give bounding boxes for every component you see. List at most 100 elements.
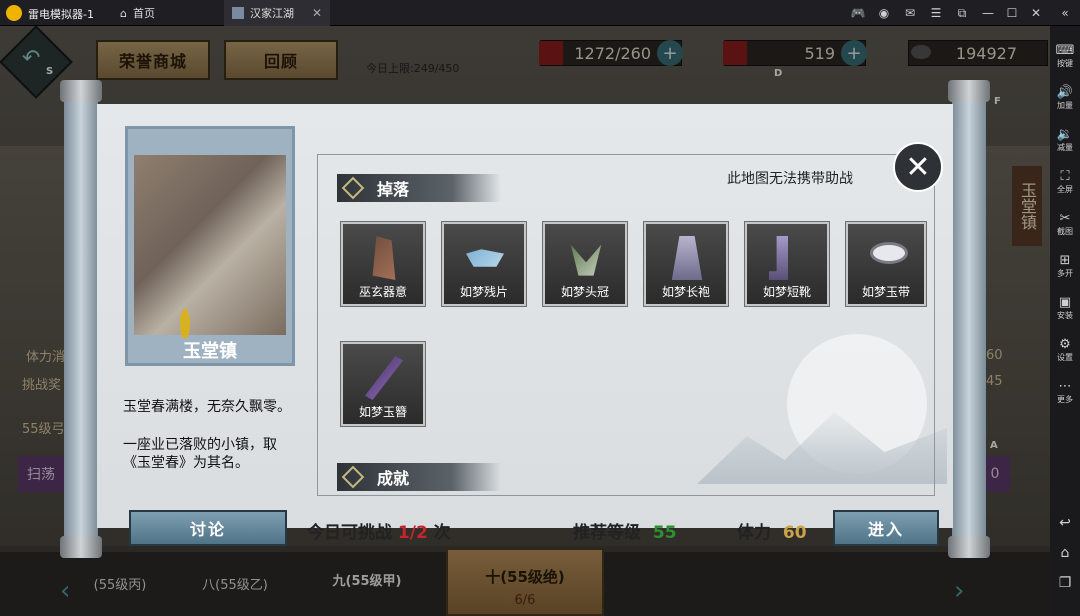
drop-item-name: 如梦头冠 [560,285,609,299]
close-icon: ✕ [905,149,931,185]
sidebar-label: 安装 [1057,311,1073,320]
drops-title: 掉落 [377,180,410,199]
recommended-level: 推荐等级 55 [573,518,677,543]
drop-item-name: 如梦长袍 [661,285,710,299]
drop-item[interactable]: 如梦玉簪 [340,341,426,427]
drop-item[interactable]: 如梦长袍 [643,221,729,307]
gear-icon: ⚙ [1059,337,1071,352]
more-icon: ⋯ [1058,379,1072,394]
map-preview-image [134,155,286,335]
achievements-title: 成就 [377,469,410,488]
account-icon[interactable]: ◉ [874,3,894,23]
emulator-title: 雷电模拟器-1 [28,8,94,21]
challenge-label: 今日可挑战 [307,523,392,543]
map-poem: 玉堂春满楼，无奈久飘零。 [123,399,291,415]
shard-icon [466,249,504,267]
pin-icon[interactable]: ⧉ [952,3,972,23]
drops-panel [317,154,935,496]
sidebar-label: 更多 [1057,395,1073,404]
map-name: 玉堂镇 [183,341,237,362]
game-viewport: ↶ S 荣誉商城 回顾 今日上限:249/450 1272/260 + 519 … [0,26,1050,616]
drop-item[interactable]: 如梦玉带 [845,221,927,307]
drop-item-name: 如梦玉簪 [358,405,407,419]
gamepad-icon[interactable]: 🎮 [848,3,868,23]
map-description: 一座业已落败的小镇，取《玉堂春》为其名。 [123,437,277,471]
recommended-level-value: 55 [652,523,677,543]
maximize-icon[interactable]: ☐ [1002,3,1022,23]
achievements-header: 成就 [337,463,501,491]
sidebar-keymap[interactable]: ⌨ 按键 [1050,42,1080,84]
tab-game-label: 汉家江湖 [250,7,294,20]
drop-item-name: 巫玄器意 [358,285,407,299]
sidebar-label: 设置 [1057,353,1073,362]
stamina-cost: 体力 60 [737,518,807,543]
sidebar-more[interactable]: ⋯ 更多 [1050,378,1080,420]
scissors-icon: ✂ [1059,211,1071,226]
no-assist-notice: 此地图无法携带助战 [727,171,853,187]
drop-item[interactable]: 如梦短靴 [744,221,830,307]
challenge-count: 1/2 [397,523,428,543]
mail-icon[interactable]: ✉ [900,3,920,23]
sidebar-multi[interactable]: ⊞ 多开 [1050,252,1080,294]
game-tab-icon [232,7,244,19]
sidebar-label: 全屏 [1057,185,1073,194]
home-nav-icon[interactable]: ⌂ [1050,546,1080,570]
diamond-icon [341,176,365,200]
sidebar-fullscreen[interactable]: ⛶ 全屏 [1050,168,1080,210]
challenge-suffix: 次 [433,523,451,543]
helmet-icon [570,244,602,276]
drops-header: 掉落 [337,174,501,202]
sidebar-volume-up[interactable]: 🔊 加量 [1050,84,1080,126]
sidebar-volume-down[interactable]: 🔉 减量 [1050,126,1080,168]
sidebar-label: 加量 [1057,101,1073,110]
drop-item[interactable]: 巫玄器意 [340,221,426,307]
robe-icon [671,236,703,280]
multi-instance-icon: ⊞ [1059,253,1071,268]
emulator-sidebar: ⌨ 按键 🔊 加量 🔉 减量 ⛶ 全屏 ✂ 截图 ⊞ 多开 ▣ 安装 ⚙ 设置 ⋯ 更多 ↩ ⌂ … [1050,26,1080,616]
sidebar-label: 减量 [1057,143,1073,152]
drop-item[interactable]: 如梦头冠 [542,221,628,307]
recents-icon[interactable]: ❐ [1050,576,1080,600]
drop-item[interactable]: 如梦残片 [441,221,527,307]
tab-game[interactable]: 汉家江湖 ✕ [224,0,330,26]
boots-icon [769,236,788,280]
fullscreen-icon: ⛶ [1060,169,1070,184]
stamina-cost-label: 体力 [737,523,771,543]
hairpin-icon [365,356,403,400]
sidebar-label: 截图 [1057,227,1073,236]
scroll-rod-right [948,80,990,558]
drop-item-name: 如梦残片 [459,285,508,299]
keyboard-icon: ⌨ [1055,43,1075,58]
relic-icon [372,236,396,280]
tab-home[interactable]: ⌂ 首页 [112,0,222,26]
close-tab-icon[interactable]: ✕ [312,6,322,20]
collapse-icon[interactable]: « [1052,3,1078,23]
sidebar-label: 按键 [1057,59,1073,68]
map-preview-frame: 玉堂镇 [125,126,295,366]
minimize-icon[interactable]: — [978,3,998,23]
stamina-cost-value: 60 [782,523,807,543]
sidebar-install[interactable]: ▣ 安装 [1050,294,1080,336]
tab-home-label: 首页 [132,7,155,20]
sidebar-label: 多开 [1057,269,1073,278]
volume-down-icon: 🔉 [1056,127,1074,142]
drop-item-name: 如梦短靴 [762,285,811,299]
daily-challenge: 今日可挑战 1/2 次 [307,518,451,543]
scroll-rod-left [60,80,102,558]
sidebar-screenshot[interactable]: ✂ 截图 [1050,210,1080,252]
drop-item-name: 如梦玉带 [861,285,910,299]
recommended-level-label: 推荐等级 [573,523,641,543]
close-dialog-button[interactable]: ✕ [893,142,943,192]
discuss-button[interactable]: 讨论 [129,510,287,546]
sidebar-settings[interactable]: ⚙ 设置 [1050,336,1080,378]
home-icon: ⌂ [120,6,127,20]
emulator-logo-icon [6,5,22,21]
back-icon[interactable]: ↩ [1050,516,1080,540]
map-detail-dialog: 玉堂镇 玉堂春满楼，无奈久飘零。 一座业已落败的小镇，取《玉堂春》为其名。 掉落… [97,104,953,546]
emulator-titlebar: 雷电模拟器-1 ⌂ 首页 汉家江湖 ✕ 🎮 ◉ ✉ ☰ ⧉ — ☐ ✕ « [0,0,1080,26]
belt-icon [870,242,908,264]
menu-icon[interactable]: ☰ [926,3,946,23]
volume-up-icon: 🔊 [1056,85,1074,100]
close-window-icon[interactable]: ✕ [1026,3,1046,23]
enter-button[interactable]: 进入 [833,510,939,546]
